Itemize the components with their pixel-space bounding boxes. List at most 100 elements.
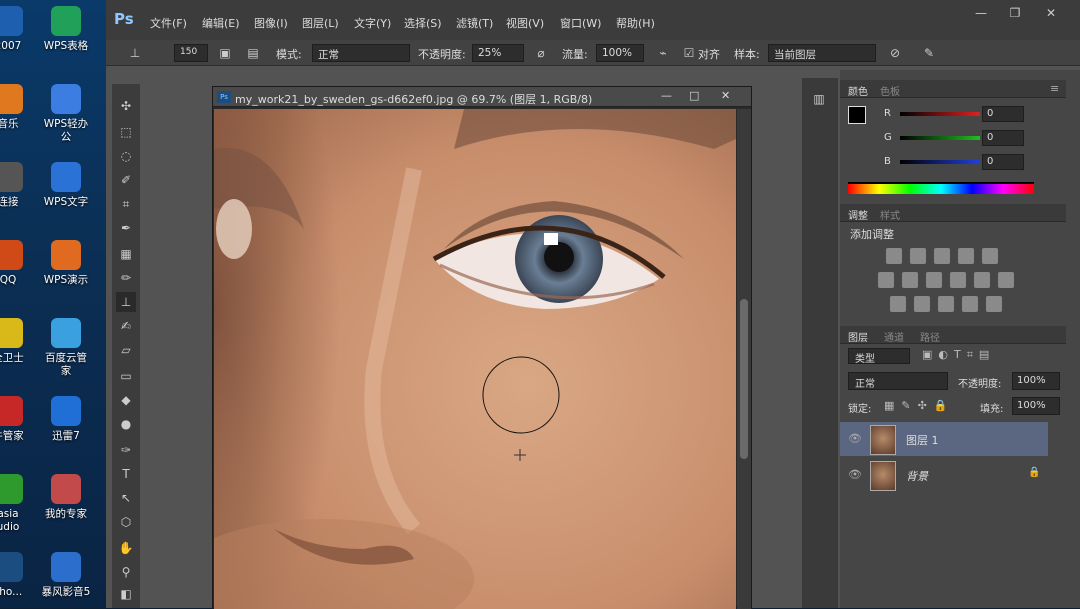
restore-button[interactable]: ❐ (1002, 6, 1028, 20)
color-spectrum-bar[interactable] (848, 182, 1034, 194)
document-tab[interactable]: Ps my_work21_by_sweden_gs-d662ef0.jpg @ … (213, 87, 751, 107)
flow-input[interactable]: 100% (596, 44, 644, 62)
scroll-thumb[interactable] (740, 299, 748, 459)
tab-swatches[interactable]: 色板 (880, 83, 900, 98)
path-select-icon[interactable]: ↖ (116, 488, 136, 508)
channel-g-slider[interactable] (900, 136, 980, 140)
tab-channels[interactable]: 通道 (884, 329, 904, 344)
menu-view[interactable]: 视图(V) (506, 15, 544, 31)
brush-tool-icon[interactable]: ✏ (116, 268, 136, 288)
menu-help[interactable]: 帮助(H) (616, 15, 655, 31)
mode-select[interactable]: 正常 (312, 44, 410, 62)
marquee-tool-icon[interactable]: ⬚ (116, 122, 136, 142)
tab-styles[interactable]: 样式 (880, 207, 900, 222)
eyedropper-tool-icon[interactable]: ✒ (116, 218, 136, 238)
brightness-contrast-icon[interactable] (886, 248, 902, 264)
menu-window[interactable]: 窗口(W) (560, 15, 601, 31)
channel-b-value[interactable]: 0 (982, 154, 1024, 170)
zoom-tool-icon[interactable]: ⚲ (116, 562, 136, 582)
move-tool-icon[interactable]: ✣ (116, 96, 136, 116)
color-lookup-icon[interactable] (998, 272, 1014, 288)
lock-icons[interactable]: ▦✎✣🔒 (884, 399, 955, 412)
opacity-input[interactable]: 25% (472, 44, 524, 62)
sample-select[interactable]: 当前图层 (768, 44, 876, 62)
visibility-eye-icon[interactable]: 👁 (848, 468, 862, 481)
desktop-shortcut[interactable]: WPS文字 (40, 162, 92, 209)
layer-row[interactable]: 👁 图层 1 (840, 422, 1048, 456)
channel-r-value[interactable]: 0 (982, 106, 1024, 122)
brush-panel-icon[interactable]: ▣ (216, 44, 234, 62)
doc-close-button[interactable]: ✕ (721, 89, 730, 102)
menu-select[interactable]: 选择(S) (404, 15, 442, 31)
doc-minimize-button[interactable]: — (661, 89, 672, 102)
pressure-opacity-icon[interactable]: ⌀ (532, 44, 550, 62)
desktop-shortcut[interactable]: 暴风影音5 (40, 552, 92, 599)
menu-edit[interactable]: 编辑(E) (202, 15, 240, 31)
invert-icon[interactable] (890, 296, 906, 312)
quick-select-tool-icon[interactable]: ✐ (116, 170, 136, 190)
desktop-shortcut[interactable]: 我的专家 (40, 474, 92, 521)
dodge-tool-icon[interactable]: ● (116, 414, 136, 434)
layer-opacity-input[interactable]: 100% (1012, 372, 1060, 390)
gradient-map-icon[interactable] (986, 296, 1002, 312)
desktop-shortcut[interactable]: WPS轻办公 (40, 84, 92, 144)
menu-file[interactable]: 文件(F) (150, 15, 187, 31)
desktop-shortcut[interactable]: QQ (0, 240, 34, 287)
clone-stamp-tool-icon[interactable]: ⊥ (126, 44, 144, 62)
channel-r-slider[interactable] (900, 112, 980, 116)
desktop-shortcut[interactable]: 百度云管家 (40, 318, 92, 378)
layer-row[interactable]: 👁 背景 🔒 (840, 458, 1048, 492)
pressure-size-icon[interactable]: ✎ (920, 44, 938, 62)
clone-source-icon[interactable]: ▤ (244, 44, 262, 62)
desktop-shortcut[interactable]: asia udio (0, 474, 34, 534)
align-checkbox[interactable]: ☑ (680, 44, 698, 62)
channel-b-slider[interactable] (900, 160, 980, 164)
hue-saturation-icon[interactable] (878, 272, 894, 288)
vibrance-icon[interactable] (982, 248, 998, 264)
doc-maximize-button[interactable]: □ (689, 89, 699, 102)
foreground-color-swatch[interactable] (848, 106, 866, 124)
canvas[interactable] (214, 109, 736, 609)
desktop-shortcut[interactable]: 2007 (0, 6, 34, 53)
channel-mixer-icon[interactable] (974, 272, 990, 288)
panel-menu-icon[interactable]: ≡ (1050, 82, 1059, 95)
threshold-icon[interactable] (938, 296, 954, 312)
desktop-shortcut[interactable]: 全卫士 (0, 318, 34, 365)
tab-color[interactable]: 颜色 (848, 83, 868, 98)
desktop-shortcut[interactable]: sho... (0, 552, 34, 599)
tab-adjustments[interactable]: 调整 (848, 207, 868, 222)
layer-name[interactable]: 背景 (906, 468, 928, 484)
blur-tool-icon[interactable]: ◆ (116, 390, 136, 410)
menu-type[interactable]: 文字(Y) (354, 15, 391, 31)
tab-layers[interactable]: 图层 (848, 329, 868, 344)
lasso-tool-icon[interactable]: ◌ (116, 146, 136, 166)
airbrush-icon[interactable]: ⌁ (654, 44, 672, 62)
brush-size-picker[interactable]: 150 (174, 44, 208, 62)
channel-g-value[interactable]: 0 (982, 130, 1024, 146)
tab-paths[interactable]: 路径 (920, 329, 940, 344)
desktop-shortcut[interactable]: WPS表格 (40, 6, 92, 53)
pen-tool-icon[interactable]: ✑ (116, 440, 136, 460)
desktop-shortcut[interactable]: WPS演示 (40, 240, 92, 287)
vertical-scrollbar[interactable] (737, 109, 751, 609)
eraser-tool-icon[interactable]: ▱ (116, 340, 136, 360)
layer-name[interactable]: 图层 1 (906, 432, 939, 448)
clone-stamp-tool-icon[interactable]: ⊥ (116, 292, 136, 312)
ignore-adjustment-icon[interactable]: ⊘ (886, 44, 904, 62)
color-swatch-icon[interactable]: ◧ (116, 584, 136, 604)
minimize-button[interactable]: — (968, 6, 994, 20)
desktop-shortcut[interactable]: 迅雷7 (40, 396, 92, 443)
color-balance-icon[interactable] (902, 272, 918, 288)
menu-image[interactable]: 图像(I) (254, 15, 288, 31)
exposure-icon[interactable] (958, 248, 974, 264)
desktop-shortcut[interactable]: 音乐 (0, 84, 34, 131)
curves-icon[interactable] (934, 248, 950, 264)
fill-input[interactable]: 100% (1012, 397, 1060, 415)
black-white-icon[interactable] (926, 272, 942, 288)
healing-tool-icon[interactable]: ▦ (116, 244, 136, 264)
photo-filter-icon[interactable] (950, 272, 966, 288)
desktop-shortcut[interactable]: 连接 (0, 162, 34, 209)
layer-filter-select[interactable]: 类型 (848, 348, 910, 365)
history-panel-icon[interactable]: ▥ (810, 92, 828, 110)
type-tool-icon[interactable]: T (116, 464, 136, 484)
